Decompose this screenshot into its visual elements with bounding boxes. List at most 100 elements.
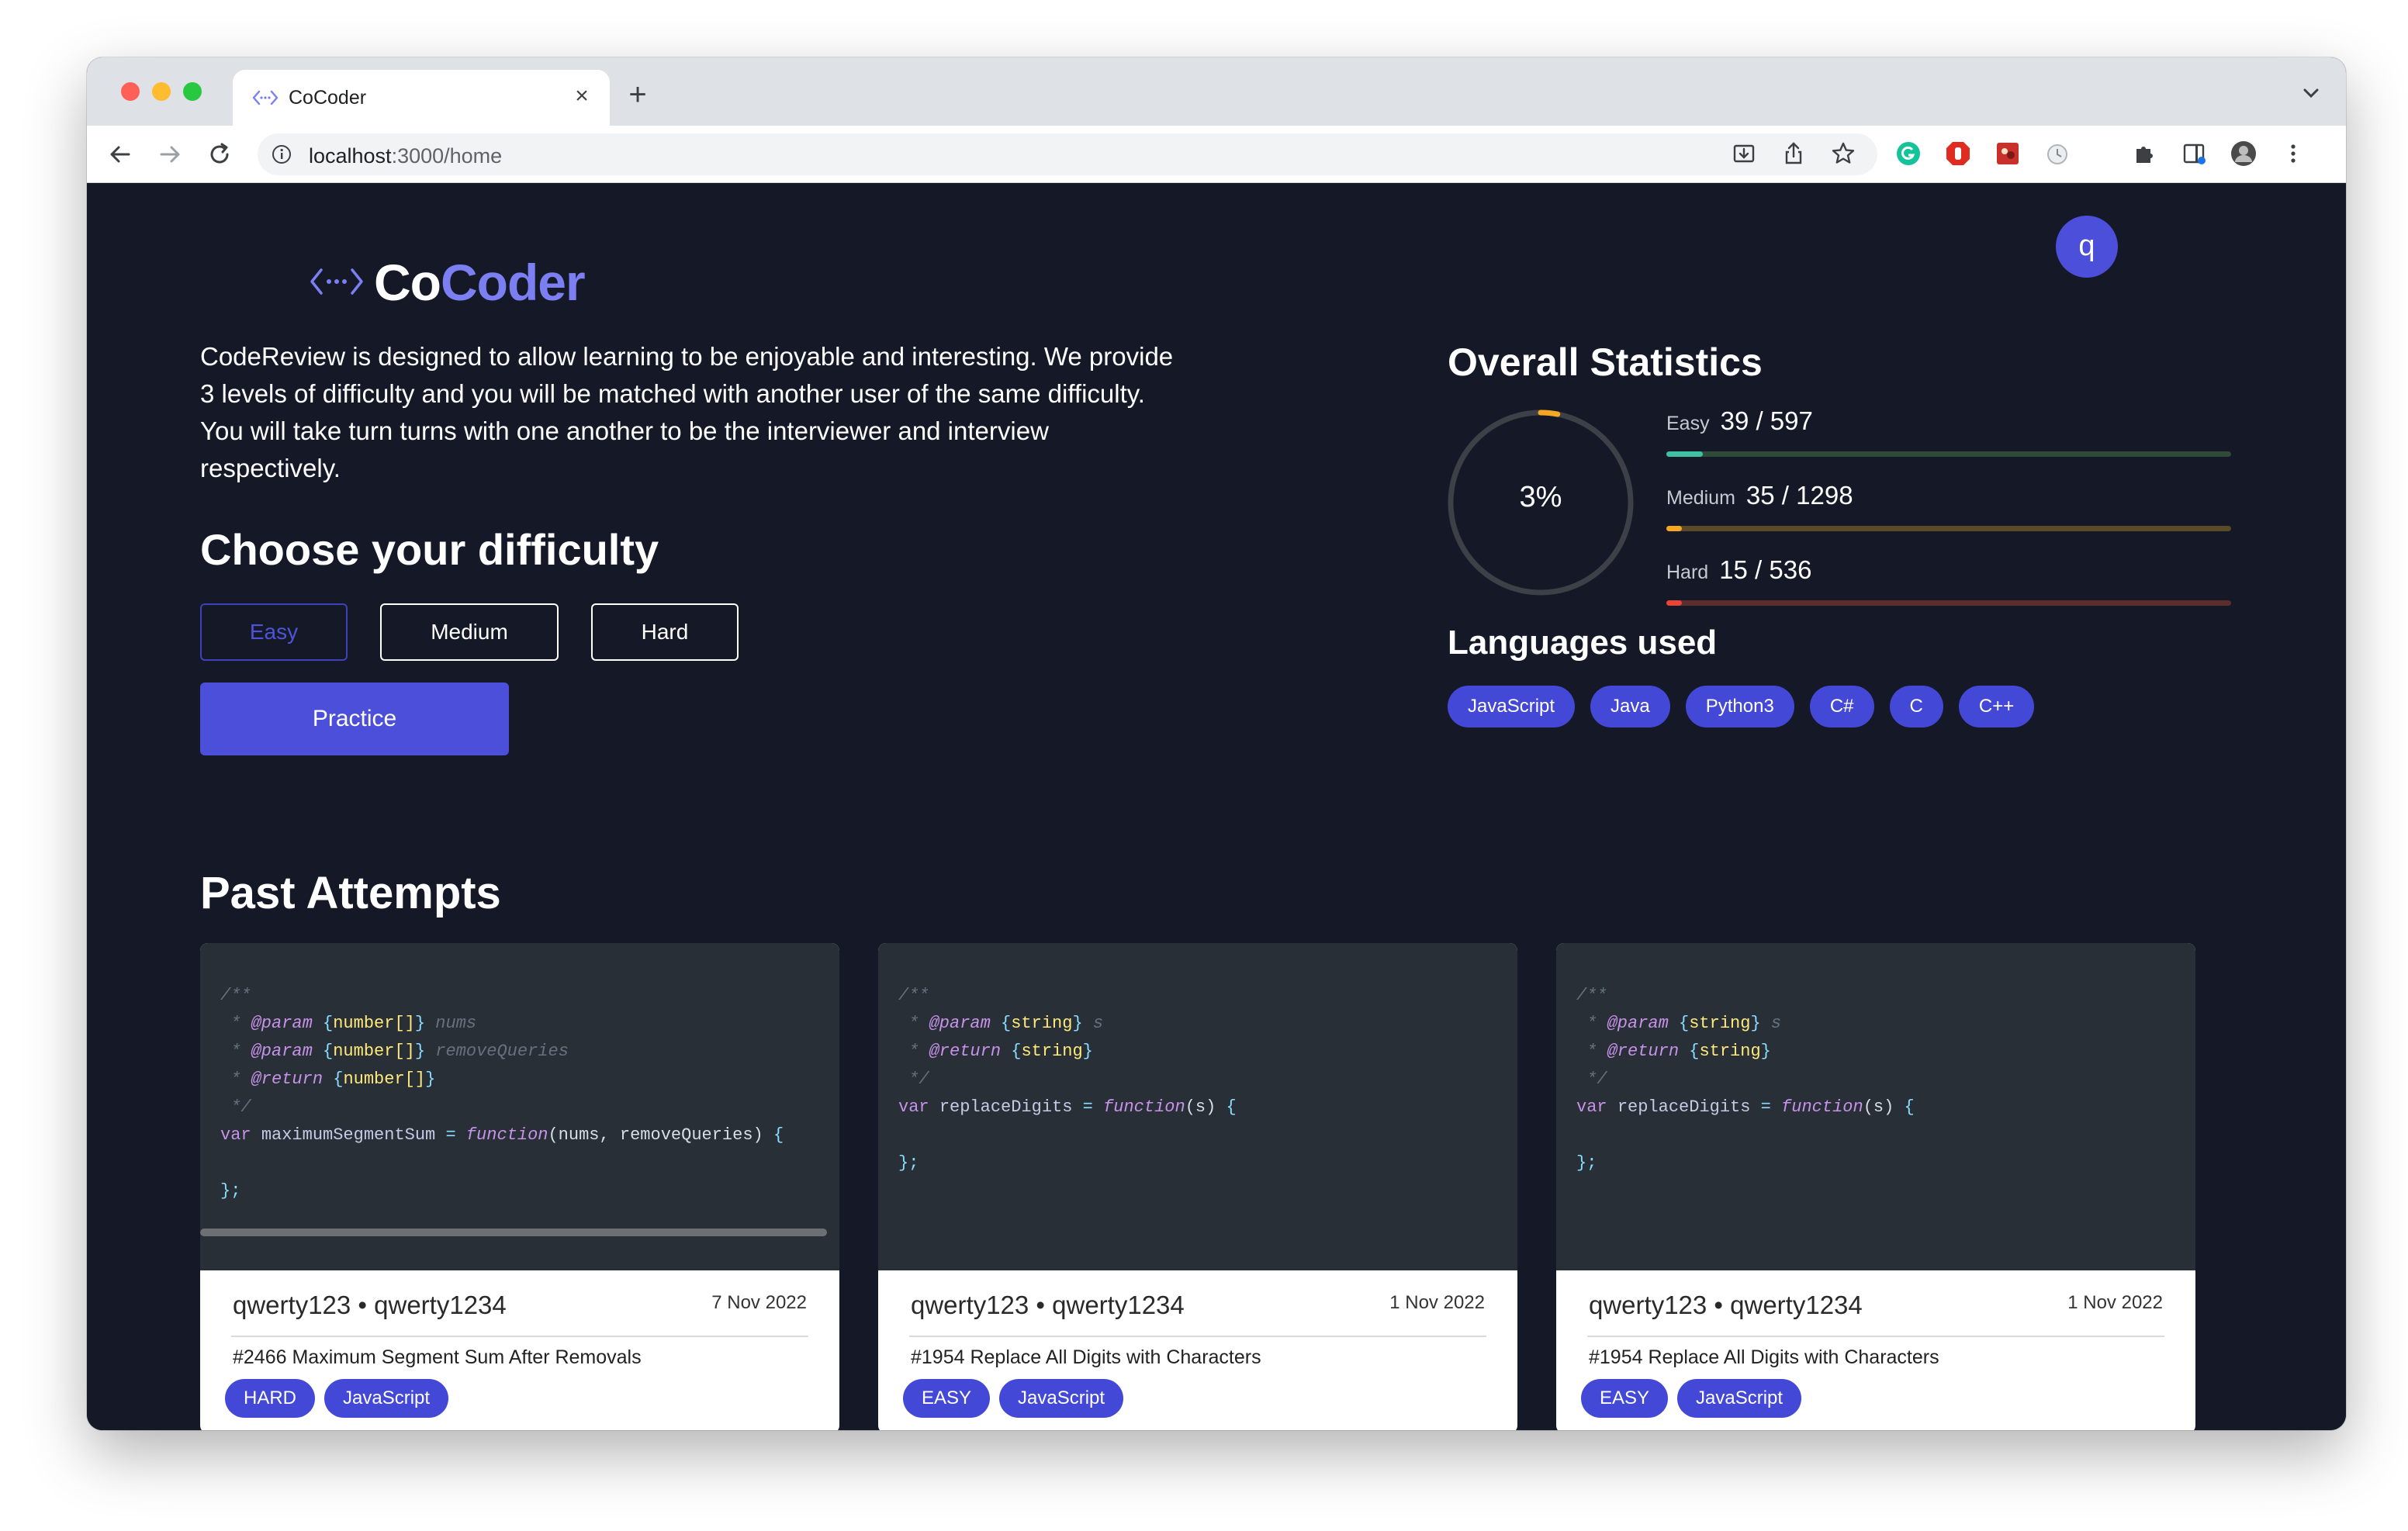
past-attempts-heading: Past Attempts xyxy=(200,868,501,918)
extension-red-icon[interactable] xyxy=(1994,140,2022,168)
extension-timer-icon[interactable] xyxy=(2043,140,2071,168)
address-bar[interactable]: localhost:3000/home xyxy=(258,133,1877,175)
language-tag: JavaScript xyxy=(324,1379,449,1418)
horizontal-scrollbar[interactable] xyxy=(200,1229,827,1236)
code-icon xyxy=(310,268,363,295)
divider xyxy=(909,1336,1486,1337)
install-icon[interactable] xyxy=(1730,140,1758,168)
attempt-details: qwerty123 • qwerty1234 1 Nov 2022 #1954 … xyxy=(1556,1270,2195,1430)
stat-easy-track xyxy=(1666,451,2231,457)
more-menu-icon[interactable] xyxy=(2279,140,2307,168)
attempt-date: 1 Nov 2022 xyxy=(2067,1292,2163,1313)
difficulty-heading: Choose your difficulty xyxy=(200,525,659,574)
stat-hard-fill xyxy=(1666,600,1683,606)
attempt-details: qwerty123 • qwerty1234 7 Nov 2022 #2466 … xyxy=(200,1270,839,1430)
tab-title: CoCoder xyxy=(289,87,367,109)
reload-icon[interactable] xyxy=(203,138,236,171)
languages-heading: Languages used xyxy=(1448,624,1718,662)
puzzle-extensions-icon[interactable] xyxy=(2130,140,2158,168)
code-text: /** * @param {string} s * @return {strin… xyxy=(898,986,1237,1173)
browser-toolbar: localhost:3000/home xyxy=(87,126,2346,183)
url-path: :3000/home xyxy=(391,144,503,168)
code-text: /** * @param {number[]} nums * @param {n… xyxy=(220,986,784,1201)
stat-medium: Medium 35 / 1298 xyxy=(1666,481,2231,531)
close-window-button[interactable] xyxy=(121,82,140,101)
adblock-icon[interactable] xyxy=(1944,140,1972,168)
profile-avatar-icon[interactable] xyxy=(2230,140,2258,168)
new-tab-button[interactable]: + xyxy=(622,79,653,112)
url-text: localhost:3000/home xyxy=(309,144,502,168)
attempt-users: qwerty123 • qwerty1234 xyxy=(1589,1291,1863,1319)
attempt-card[interactable]: /** * @param {string} s * @return {strin… xyxy=(878,943,1517,1430)
difficulty-tag: HARD xyxy=(225,1379,316,1418)
stat-label: Easy xyxy=(1666,413,1710,434)
stat-hard-track xyxy=(1666,600,2231,606)
share-icon[interactable] xyxy=(1780,140,1808,168)
attempt-card[interactable]: /** * @param {string} s * @return {strin… xyxy=(1556,943,2195,1430)
language-chip[interactable]: JavaScript xyxy=(1448,686,1576,727)
stat-label: Hard xyxy=(1666,562,1709,583)
logo-text-co: Co xyxy=(374,254,441,311)
difficulty-medium-button[interactable]: Medium xyxy=(380,603,559,661)
practice-button[interactable]: Practice xyxy=(200,683,509,755)
divider xyxy=(231,1336,808,1337)
attempt-question: #2466 Maximum Segment Sum After Removals xyxy=(233,1346,642,1368)
page-content: q CoCoder CodeReview is designed to allo… xyxy=(87,183,2346,1430)
stat-medium-track xyxy=(1666,526,2231,531)
intro-paragraph: CodeReview is designed to allow learning… xyxy=(200,342,1174,482)
forward-arrow-icon[interactable] xyxy=(154,138,186,171)
code-text: /** * @param {string} s * @return {strin… xyxy=(1576,986,1915,1173)
chevron-down-icon[interactable] xyxy=(2299,84,2323,102)
user-avatar[interactable]: q xyxy=(2056,216,2118,278)
stat-medium-fill xyxy=(1666,526,1682,531)
tab-strip: CoCoder × + xyxy=(87,57,2346,126)
language-chip[interactable]: Python3 xyxy=(1685,686,1794,727)
language-chip[interactable]: C# xyxy=(1809,686,1874,727)
stat-value: 39 / 597 xyxy=(1720,406,1813,435)
stat-label: Medium xyxy=(1666,487,1735,509)
overall-percent: 3% xyxy=(1519,481,1562,513)
url-host: localhost xyxy=(309,144,392,168)
stat-easy-fill xyxy=(1666,451,1704,457)
attempt-tags: HARD JavaScript xyxy=(225,1379,449,1418)
statistics-heading: Overall Statistics xyxy=(1448,340,1763,384)
attempt-question: #1954 Replace All Digits with Characters xyxy=(1589,1346,1939,1368)
browser-tab[interactable]: CoCoder × xyxy=(233,70,610,126)
tab-close-icon[interactable]: × xyxy=(568,82,596,110)
divider xyxy=(1587,1336,2164,1337)
logo-text: CoCoder xyxy=(374,253,586,312)
code-preview[interactable]: /** * @param {string} s * @return {strin… xyxy=(878,943,1517,1270)
difficulty-tag: EASY xyxy=(903,1379,991,1418)
attempt-card[interactable]: /** * @param {number[]} nums * @param {n… xyxy=(200,943,839,1430)
attempt-users: qwerty123 • qwerty1234 xyxy=(233,1291,507,1319)
bookmark-star-icon[interactable] xyxy=(1829,140,1857,168)
stat-hard: Hard 15 / 536 xyxy=(1666,555,2231,606)
grammarly-icon[interactable] xyxy=(1894,140,1922,168)
languages-list: JavaScript Java Python3 C# C C++ xyxy=(1448,686,2035,727)
code-icon xyxy=(252,90,279,105)
attempt-users: qwerty123 • qwerty1234 xyxy=(911,1291,1185,1319)
stat-value: 15 / 536 xyxy=(1719,555,1812,584)
language-chip[interactable]: C++ xyxy=(1958,686,2035,727)
zoom-window-button[interactable] xyxy=(183,82,202,101)
language-chip[interactable]: C xyxy=(1889,686,1943,727)
minimize-window-button[interactable] xyxy=(152,82,171,101)
back-arrow-icon[interactable] xyxy=(104,138,137,171)
language-chip[interactable]: Java xyxy=(1590,686,1670,727)
difficulty-easy-button[interactable]: Easy xyxy=(200,603,348,661)
side-panel-icon[interactable] xyxy=(2180,140,2208,168)
language-tag: JavaScript xyxy=(1677,1379,1802,1418)
attempt-date: 7 Nov 2022 xyxy=(711,1292,807,1313)
language-tag: JavaScript xyxy=(999,1379,1124,1418)
code-preview[interactable]: /** * @param {string} s * @return {strin… xyxy=(1556,943,2195,1270)
attempt-question: #1954 Replace All Digits with Characters xyxy=(911,1346,1261,1368)
stat-value: 35 / 1298 xyxy=(1745,481,1853,510)
browser-window: CoCoder × + localhost:3000/home q CoCode… xyxy=(87,57,2346,1430)
stat-easy: Easy 39 / 597 xyxy=(1666,406,2231,457)
logo-text-coder: Coder xyxy=(440,254,586,311)
attempt-tags: EASY JavaScript xyxy=(903,1379,1124,1418)
difficulty-tag: EASY xyxy=(1581,1379,1669,1418)
code-preview[interactable]: /** * @param {number[]} nums * @param {n… xyxy=(200,943,839,1270)
info-icon[interactable] xyxy=(272,144,292,164)
difficulty-hard-button[interactable]: Hard xyxy=(591,603,739,661)
